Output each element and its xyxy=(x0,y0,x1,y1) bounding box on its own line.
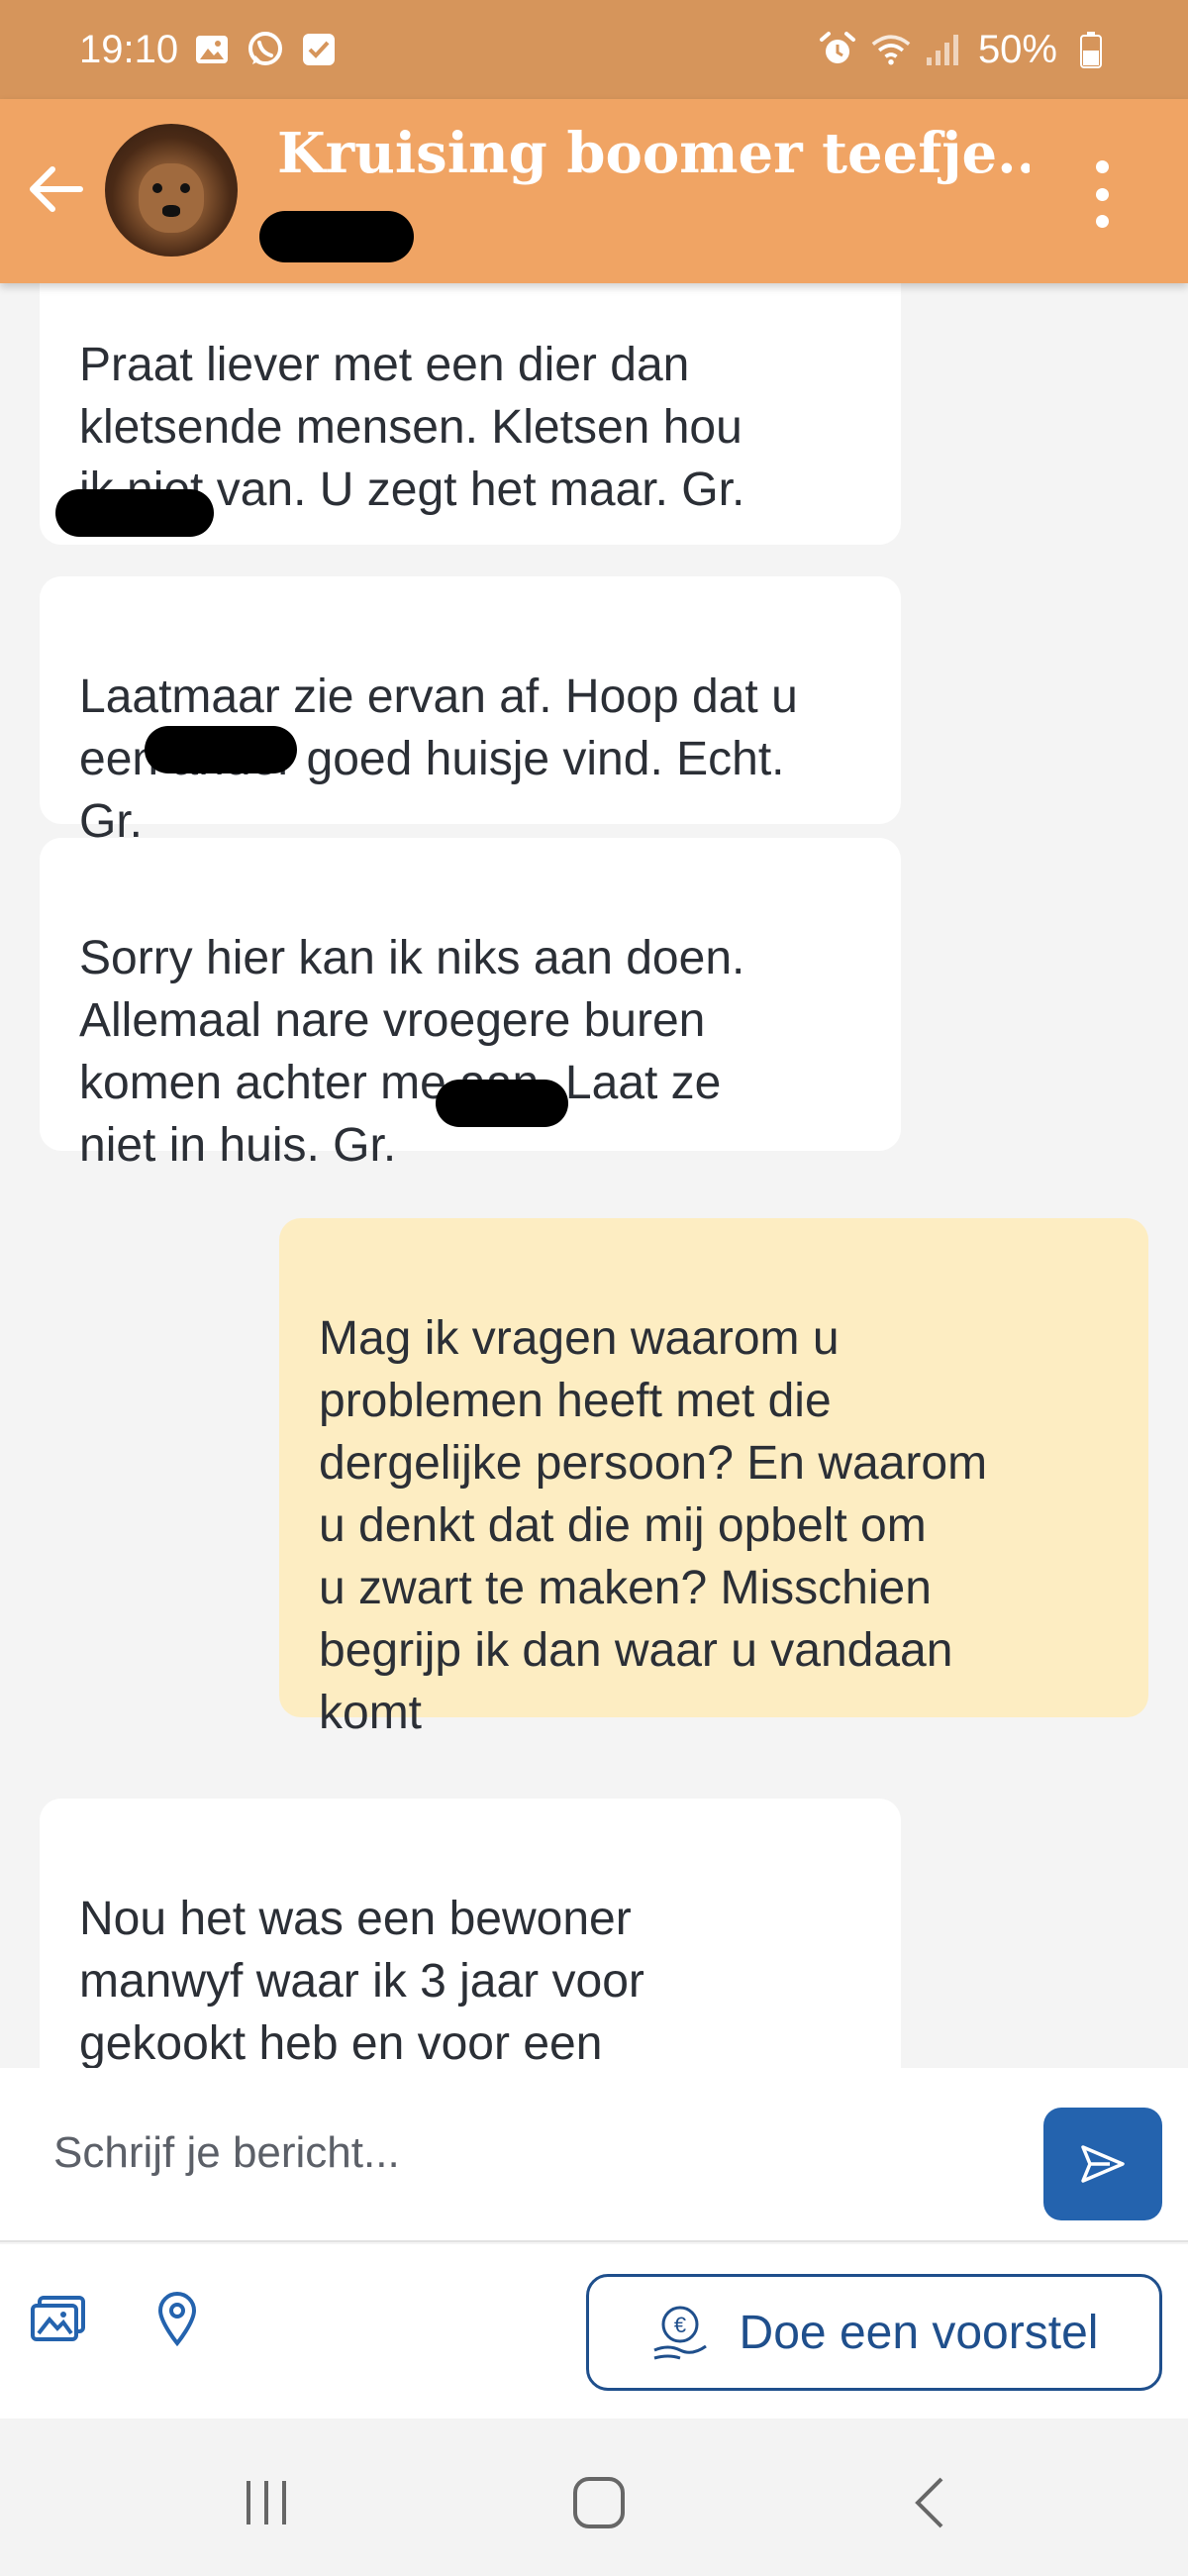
battery-icon xyxy=(1071,30,1111,69)
message-incoming: Sorry hier kan ik niks aan doen. Allemaa… xyxy=(40,838,901,1172)
back-button[interactable] xyxy=(20,155,89,224)
recent-apps-button[interactable] xyxy=(222,2458,311,2547)
more-vertical-icon xyxy=(1095,215,1109,228)
check-icon xyxy=(299,30,339,69)
message-outgoing: Mag ik vragen waarom u problemen heeft m… xyxy=(279,1218,1148,1739)
battery-percent: 50% xyxy=(977,27,1057,71)
make-offer-label: Doe een voorstel xyxy=(739,2306,1099,2359)
add-location-button[interactable] xyxy=(143,2284,212,2353)
message-incoming: Praat liever met een dier dan kletsende … xyxy=(40,283,901,545)
status-right: 50% xyxy=(818,28,1111,72)
photos-icon xyxy=(31,2296,85,2341)
chat-header: Kruising boomer teefje... xyxy=(0,99,1188,283)
message-input[interactable] xyxy=(53,2108,1004,2199)
alarm-icon xyxy=(818,30,857,69)
more-vertical-icon xyxy=(1095,187,1109,201)
message-incoming: Nou het was een bewoner manwyf waar ik 3… xyxy=(40,1799,901,2068)
send-button[interactable] xyxy=(1043,2108,1162,2220)
action-bar: € Doe een voorstel xyxy=(0,2244,1188,2419)
gallery-icon xyxy=(192,30,232,69)
send-icon xyxy=(1081,2145,1125,2183)
svg-text:€: € xyxy=(673,2313,685,2337)
add-photos-button[interactable] xyxy=(24,2284,93,2353)
home-icon xyxy=(573,2477,625,2528)
system-nav-bar xyxy=(0,2419,1188,2576)
whatsapp-icon xyxy=(246,30,285,69)
location-pin-icon xyxy=(157,2292,197,2346)
message-text: Sorry hier kan ik niks aan doen. Allemaa… xyxy=(79,932,745,1172)
message-incoming: Laatmaar zie ervan af. Hoop dat u een an… xyxy=(40,576,901,848)
message-text: Mag ik vragen waarom u problemen heeft m… xyxy=(319,1312,988,1739)
more-options-button[interactable] xyxy=(1087,155,1117,234)
app-window: 19:10 50% Kruising boomer teefje... Praa… xyxy=(0,0,1188,2576)
chat-title[interactable]: Kruising boomer teefje... xyxy=(277,121,1030,186)
back-icon xyxy=(915,2477,943,2528)
avatar[interactable] xyxy=(105,124,238,257)
avatar-nose xyxy=(162,205,180,217)
avatar-dog-face xyxy=(139,163,204,233)
status-bar: 19:10 50% xyxy=(0,0,1188,99)
recent-apps-icon xyxy=(247,2481,286,2524)
status-left: 19:10 xyxy=(79,28,339,72)
redacted-signature xyxy=(436,1080,568,1127)
redacted-signature xyxy=(145,726,297,773)
redacted-name xyxy=(259,211,414,262)
arrow-left-icon xyxy=(30,166,83,212)
euro-hand-icon: € xyxy=(652,2306,707,2360)
signal-icon xyxy=(925,30,964,69)
make-offer-button[interactable]: € Doe een voorstel xyxy=(586,2274,1162,2391)
status-time: 19:10 xyxy=(79,27,179,71)
avatar-eye xyxy=(180,183,190,193)
message-text: Nou het was een bewoner manwyf waar ik 3… xyxy=(79,1893,644,2068)
home-button[interactable] xyxy=(554,2458,644,2547)
avatar-eye xyxy=(152,183,162,193)
message-list[interactable]: Praat liever met een dier dan kletsende … xyxy=(0,283,1188,2068)
wifi-icon xyxy=(871,30,911,69)
redacted-signature xyxy=(55,489,214,537)
message-composer xyxy=(0,2068,1188,2242)
more-vertical-icon xyxy=(1095,160,1109,173)
system-back-button[interactable] xyxy=(887,2458,976,2547)
